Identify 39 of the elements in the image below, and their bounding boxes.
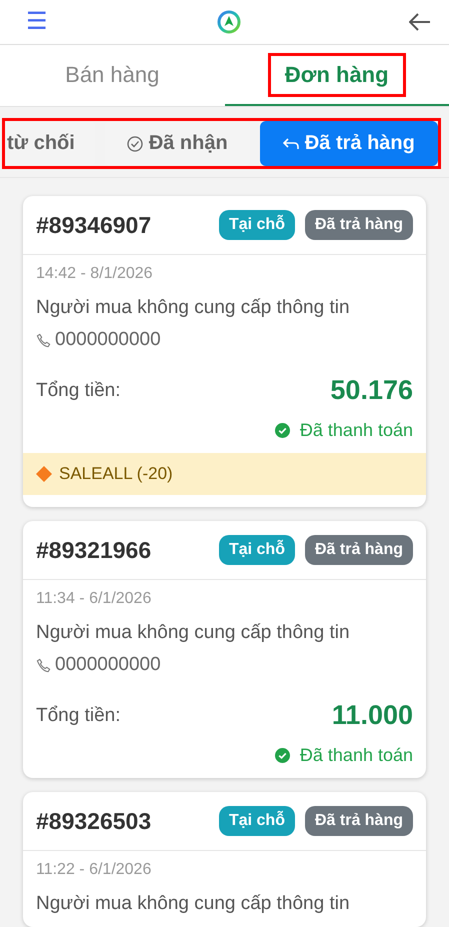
order-status-badge: Đã trả hàng: [304, 535, 413, 565]
logo-icon: [216, 10, 240, 34]
order-card[interactable]: #89346907 Tại chỗ Đã trả hàng 14:42 - 8/1/2026 Người mua không cung cấp thông tin 0000000000 Tổng tiền: 50.176 Đã thanh toán SALEALL (-20): [23, 196, 426, 507]
order-card[interactable]: #89321966 Tại chỗ Đã trả hàng 11:34 - 6/1/2026 Người mua không cung cấp thông tin 0000000000 Tổng tiền: 11.000 Đã thanh toán: [23, 521, 426, 778]
total-label: Tổng tiền:: [36, 380, 120, 402]
phone-icon: [36, 658, 51, 672]
buyer-name: Người mua không cung cấp thông tin: [36, 893, 351, 915]
coupon-code: SALEALL (-20): [59, 464, 173, 484]
check-circle-icon: [274, 748, 290, 763]
tab[interactable]: Bán hàng: [0, 45, 224, 106]
filter-chip[interactable]: Đã trả hàng: [260, 121, 438, 166]
phone-number: 0000000000: [55, 654, 161, 676]
buyer-name: Người mua không cung cấp thông tin: [36, 297, 351, 319]
buyer-name: Người mua không cung cấp thông tin: [36, 622, 351, 644]
total-amount: 11.000: [332, 700, 413, 731]
order-time: 11:22 - 6/1/2026: [36, 861, 152, 879]
order-number: #89346907: [36, 212, 152, 238]
phone-icon: [36, 332, 51, 348]
order-number: #89321966: [36, 536, 152, 564]
check-circle-icon: [274, 423, 290, 438]
total-label: Tổng tiền:: [36, 704, 120, 726]
phone-number: 0000000000: [55, 329, 161, 351]
check-circle-icon: [126, 136, 143, 152]
back-arrow-icon[interactable]: [409, 13, 431, 31]
order-time: 14:42 - 8/1/2026: [36, 265, 154, 283]
order-type-badge: Tại chỗ: [218, 806, 295, 836]
payment-status: Đã thanh toán: [300, 420, 413, 441]
order-type-badge: Tại chỗ: [218, 210, 295, 240]
tab[interactable]: Đơn hàng: [224, 45, 449, 106]
total-amount: 50.176: [330, 375, 413, 406]
menu-button[interactable]: ☰: [26, 10, 48, 34]
order-type-badge: Tại chỗ: [218, 535, 295, 565]
order-time: 11:34 - 6/1/2026: [36, 590, 152, 608]
order-status-badge: Đã trả hàng: [304, 806, 413, 836]
order-card[interactable]: #89326503 Tại chỗ Đã trả hàng 11:22 - 6/1/2026 Người mua không cung cấp thông tin: [23, 792, 426, 927]
order-number: #89326503: [36, 808, 152, 834]
return-arrow-icon: [282, 138, 299, 150]
payment-status: Đã thanh toán: [300, 745, 413, 766]
order-status-badge: Đã trả hàng: [304, 210, 413, 240]
